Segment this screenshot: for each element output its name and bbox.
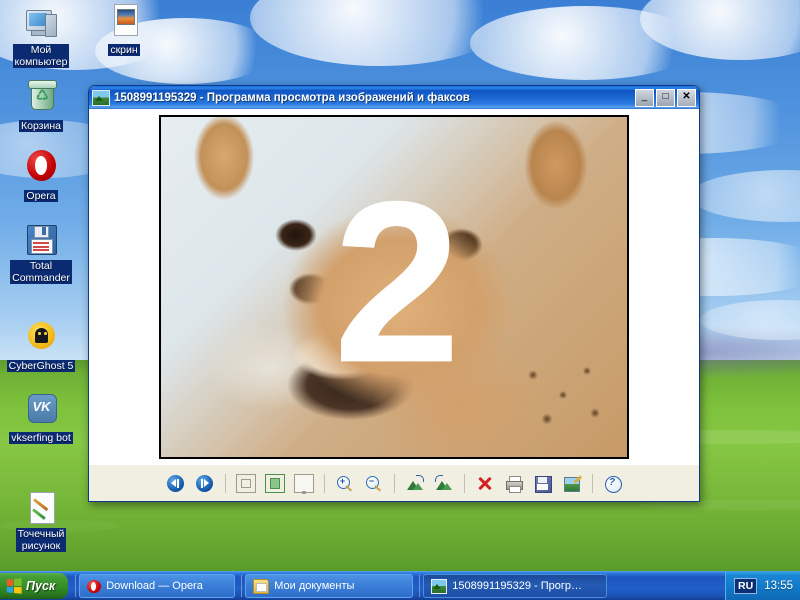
- desktop-icon-label: скрин: [108, 44, 140, 56]
- rotate-clockwise-icon: [406, 474, 424, 492]
- edit-image-icon: [563, 474, 582, 492]
- image-frame[interactable]: 2: [159, 114, 629, 459]
- print-icon: [505, 475, 523, 493]
- taskbar-separator: [241, 575, 243, 597]
- opera-icon: [23, 148, 59, 184]
- desktop-icon-label: Мой компьютер: [12, 44, 70, 68]
- desktop-icon-total-commander[interactable]: Total Commander: [2, 222, 80, 286]
- language-indicator[interactable]: RU: [734, 578, 758, 594]
- best-fit-button[interactable]: [233, 471, 259, 495]
- best-fit-icon: [235, 473, 256, 493]
- cloud: [250, 0, 510, 66]
- cloud: [470, 6, 700, 80]
- windows-flag-icon: [6, 578, 22, 594]
- taskbar[interactable]: Пуск Download — Opera Мои документы 1508…: [0, 571, 800, 600]
- cloud: [690, 170, 800, 222]
- taskbar-button-label: Мои документы: [274, 580, 355, 592]
- rotate-counterclockwise-icon: [434, 474, 453, 492]
- desktop-icon-label: Opera: [24, 190, 58, 202]
- window-buttons: _ □ ✕: [635, 88, 696, 107]
- minimize-button[interactable]: _: [635, 88, 654, 107]
- desktop-icon-opera[interactable]: Opera: [2, 148, 80, 204]
- desktop-icon-my-computer[interactable]: Мой компьютер: [2, 6, 80, 70]
- toolbar-separator: [591, 473, 593, 493]
- taskbar-clock[interactable]: 13:55: [764, 580, 793, 592]
- image-viewer-icon: [92, 89, 110, 106]
- desktop-icon-label: CyberGhost 5: [6, 360, 76, 372]
- taskbar-button-label: 1508991195329 - Прогр…: [452, 580, 582, 592]
- total-commander-icon: [23, 222, 59, 258]
- delete-icon: [476, 475, 494, 492]
- close-button[interactable]: ✕: [677, 88, 696, 107]
- opera-icon: [87, 579, 102, 593]
- taskbar-button-my-documents[interactable]: Мои документы: [245, 574, 414, 598]
- bitmap-image-icon: [23, 490, 59, 526]
- zoom-in-button[interactable]: +: [332, 471, 358, 495]
- my-computer-icon: [23, 6, 59, 42]
- next-icon: [196, 474, 213, 492]
- cyberghost-icon: [23, 318, 59, 354]
- previous-icon: [167, 474, 184, 492]
- folder-icon: [253, 578, 270, 594]
- desktop-icon-label: Точечный рисунок: [15, 528, 67, 552]
- zoom-out-button[interactable]: −: [361, 471, 387, 495]
- rotate-counterclockwise-button[interactable]: [431, 471, 457, 495]
- previous-image-button[interactable]: [163, 471, 189, 495]
- desktop-icon-recycle-bin[interactable]: ♺ Корзина: [2, 78, 80, 134]
- picture-file-icon: [106, 2, 142, 38]
- image-viewer-icon: [431, 578, 448, 594]
- start-button-label: Пуск: [26, 579, 56, 593]
- system-tray[interactable]: RU 13:55: [725, 572, 800, 600]
- help-icon: ?: [604, 475, 622, 493]
- slideshow-icon: [293, 473, 314, 494]
- save-icon: [534, 475, 552, 493]
- viewer-toolbar[interactable]: + − ?: [89, 464, 699, 501]
- edit-button[interactable]: [559, 471, 585, 495]
- desktop-icon-skrin[interactable]: скрин: [85, 2, 163, 58]
- taskbar-button-label: Download — Opera: [106, 580, 203, 592]
- desktop-icon-label: Корзина: [19, 120, 63, 132]
- image-canvas-area[interactable]: 2: [89, 109, 699, 464]
- toolbar-separator: [323, 473, 325, 493]
- recycle-bin-icon: ♺: [23, 78, 59, 114]
- desktop-icon-cyberghost[interactable]: CyberGhost 5: [2, 318, 80, 374]
- print-button[interactable]: [501, 471, 527, 495]
- zoom-in-icon: +: [336, 475, 354, 492]
- toolbar-separator: [393, 473, 395, 493]
- desktop[interactable]: Мой компьютер скрин ♺ Корзина Opera Total…: [0, 0, 800, 600]
- delete-button[interactable]: [472, 471, 498, 495]
- taskbar-separator: [75, 575, 77, 597]
- cloud: [640, 0, 800, 60]
- slideshow-button[interactable]: [291, 471, 317, 495]
- maximize-button[interactable]: □: [656, 88, 675, 107]
- cloud: [700, 300, 800, 340]
- toolbar-separator: [224, 473, 226, 493]
- help-button[interactable]: ?: [600, 471, 626, 495]
- window-title: 1508991195329 - Программа просмотра изоб…: [114, 91, 470, 104]
- taskbar-separator: [419, 575, 421, 597]
- taskbar-button-image-viewer[interactable]: 1508991195329 - Прогр…: [423, 574, 608, 598]
- actual-size-button[interactable]: [262, 471, 288, 495]
- taskbar-button-opera[interactable]: Download — Opera: [79, 574, 236, 598]
- save-as-button[interactable]: [530, 471, 556, 495]
- next-image-button[interactable]: [192, 471, 218, 495]
- toolbar-separator: [463, 473, 465, 493]
- image-overlay-number: 2: [333, 152, 461, 410]
- desktop-icon-vkserfing-bot[interactable]: VK vkserfing bot: [2, 390, 80, 446]
- vk-icon: VK: [23, 390, 59, 426]
- desktop-icon-label: Total Commander: [10, 260, 72, 284]
- image-viewer-window[interactable]: 1508991195329 - Программа просмотра изоб…: [88, 85, 700, 502]
- actual-size-icon: [264, 473, 285, 493]
- zoom-out-icon: −: [365, 475, 383, 492]
- desktop-icon-label: vkserfing bot: [9, 432, 73, 444]
- rotate-clockwise-button[interactable]: [402, 471, 428, 495]
- window-titlebar[interactable]: 1508991195329 - Программа просмотра изоб…: [89, 86, 699, 109]
- desktop-icon-bitmap[interactable]: Точечный рисунок: [2, 490, 80, 554]
- start-button[interactable]: Пуск: [0, 573, 69, 599]
